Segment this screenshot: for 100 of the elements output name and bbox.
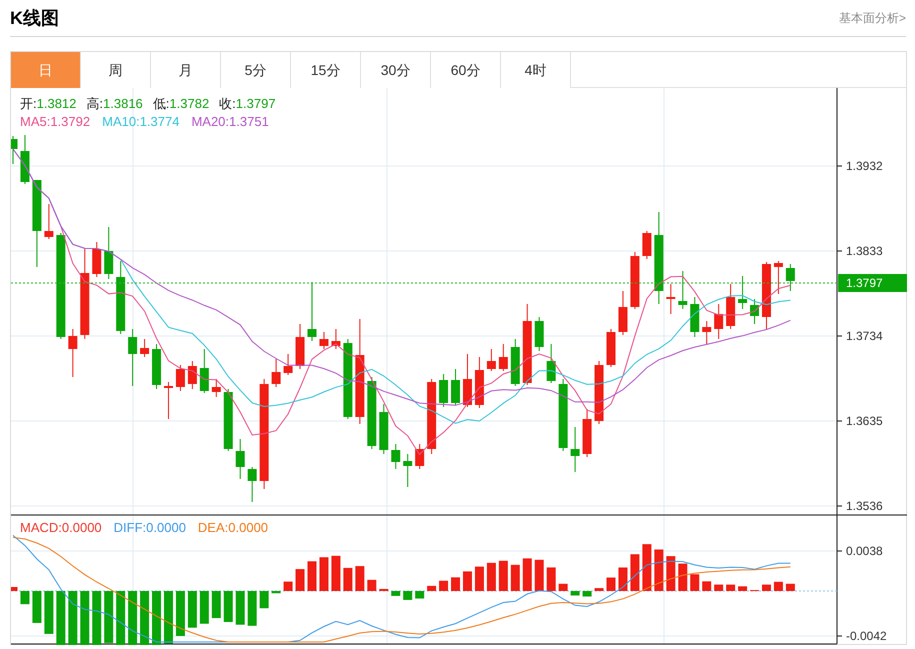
period-tab[interactable]: 4时 <box>501 52 571 88</box>
candlestick <box>164 382 173 420</box>
macd-bar <box>116 591 126 645</box>
candlestick <box>236 438 245 480</box>
price-axis-label: 1.3734 <box>846 329 883 343</box>
candlestick <box>391 444 400 470</box>
period-tab[interactable]: 5分 <box>221 52 291 88</box>
candlestick <box>140 338 150 358</box>
macd-bar <box>439 580 448 591</box>
candlestick <box>750 298 760 324</box>
macd-bar <box>415 591 424 599</box>
candlestick <box>403 454 412 488</box>
macd-bar <box>391 591 400 596</box>
candlestick <box>319 332 328 350</box>
macd-bar <box>606 578 616 591</box>
price-axis-label: 1.3833 <box>846 244 883 258</box>
candlestick <box>594 360 604 424</box>
macd-bar <box>164 591 173 644</box>
candlestick <box>762 262 771 330</box>
macd-bar <box>630 554 640 591</box>
macd-bar <box>56 591 66 645</box>
candlestick <box>68 328 78 378</box>
period-tab[interactable]: 60分 <box>431 52 501 88</box>
candlestick <box>570 426 580 472</box>
candlestick <box>546 344 556 384</box>
candlestick <box>248 466 257 502</box>
candlestick <box>702 320 712 344</box>
macd-bar <box>534 560 544 591</box>
candlestick <box>11 136 18 164</box>
macd-bar <box>594 588 604 591</box>
macd-bar <box>92 591 102 645</box>
candlestick <box>284 354 293 376</box>
candlestick <box>582 408 592 458</box>
macd-bar <box>462 571 472 591</box>
macd-bar <box>68 591 78 645</box>
legend-reading: DEA:0.0000 <box>198 519 268 536</box>
legend-reading: 开:1.3812 <box>20 95 76 112</box>
macd-bar <box>666 556 676 591</box>
candlestick <box>188 360 197 390</box>
macd-bar <box>224 591 233 622</box>
macd-bar <box>272 591 281 594</box>
legend-reading: 收:1.3797 <box>219 95 276 112</box>
macd-bar <box>451 577 460 591</box>
period-tab[interactable]: 月 <box>151 52 221 88</box>
macd-bar <box>762 584 771 591</box>
macd-bar <box>558 584 568 591</box>
candlestick <box>152 344 162 390</box>
macd-bar <box>248 591 257 626</box>
candlestick <box>474 356 484 408</box>
macd-bar <box>319 557 328 591</box>
macd-axis-label: 0.0038 <box>846 544 883 558</box>
candlestick <box>630 252 640 310</box>
period-tab[interactable]: 30分 <box>361 52 431 88</box>
candlestick <box>379 404 388 454</box>
candlestick <box>415 444 424 470</box>
candlestick <box>176 364 185 392</box>
candlestick <box>714 304 724 340</box>
macd-bar <box>774 582 783 591</box>
candlestick <box>224 388 233 452</box>
macd-bar <box>308 561 316 591</box>
period-tab[interactable]: 周 <box>81 52 151 88</box>
macd-bar <box>726 584 736 591</box>
legend-reading: DIFF:0.0000 <box>114 519 186 536</box>
candlestick <box>451 368 460 406</box>
legend-reading: MACD:0.0000 <box>20 519 102 536</box>
macd-bar <box>212 591 221 618</box>
macd-bar <box>702 581 712 591</box>
macd-bar <box>80 591 90 645</box>
candlestick <box>439 374 448 408</box>
macd-bar <box>152 591 162 645</box>
macd-bar <box>200 591 209 624</box>
candlestick <box>104 226 114 280</box>
candlestick <box>296 324 305 370</box>
macd-axis-label: -0.0042 <box>846 629 887 643</box>
candlestick <box>774 260 783 294</box>
macd-bar <box>486 562 496 591</box>
legend-reading: MA20:1.3751 <box>191 113 269 130</box>
candlestick <box>308 282 316 342</box>
fundamental-analysis-link[interactable]: 基本面分析> <box>838 9 906 27</box>
period-tab[interactable]: 15分 <box>291 52 361 88</box>
macd-bar <box>104 591 114 644</box>
macd-bar <box>367 580 376 591</box>
candlestick <box>128 328 138 386</box>
candlestick <box>642 230 652 260</box>
macd-bar <box>188 591 197 628</box>
macd-bar <box>44 591 54 634</box>
macd-bar <box>546 567 556 591</box>
candlestick <box>786 264 795 292</box>
candlestick <box>678 270 688 310</box>
macd-bar <box>355 566 364 591</box>
candlestick <box>200 348 209 394</box>
candlestick <box>534 316 544 352</box>
macd-bar <box>427 586 436 591</box>
candlestick <box>331 328 340 350</box>
macd-bar <box>140 591 150 645</box>
macd-bar <box>343 568 352 591</box>
macd-bar <box>296 569 305 591</box>
candlestick <box>272 358 281 388</box>
macd-bar <box>176 591 185 636</box>
price-axis-label: 1.3932 <box>846 159 883 173</box>
